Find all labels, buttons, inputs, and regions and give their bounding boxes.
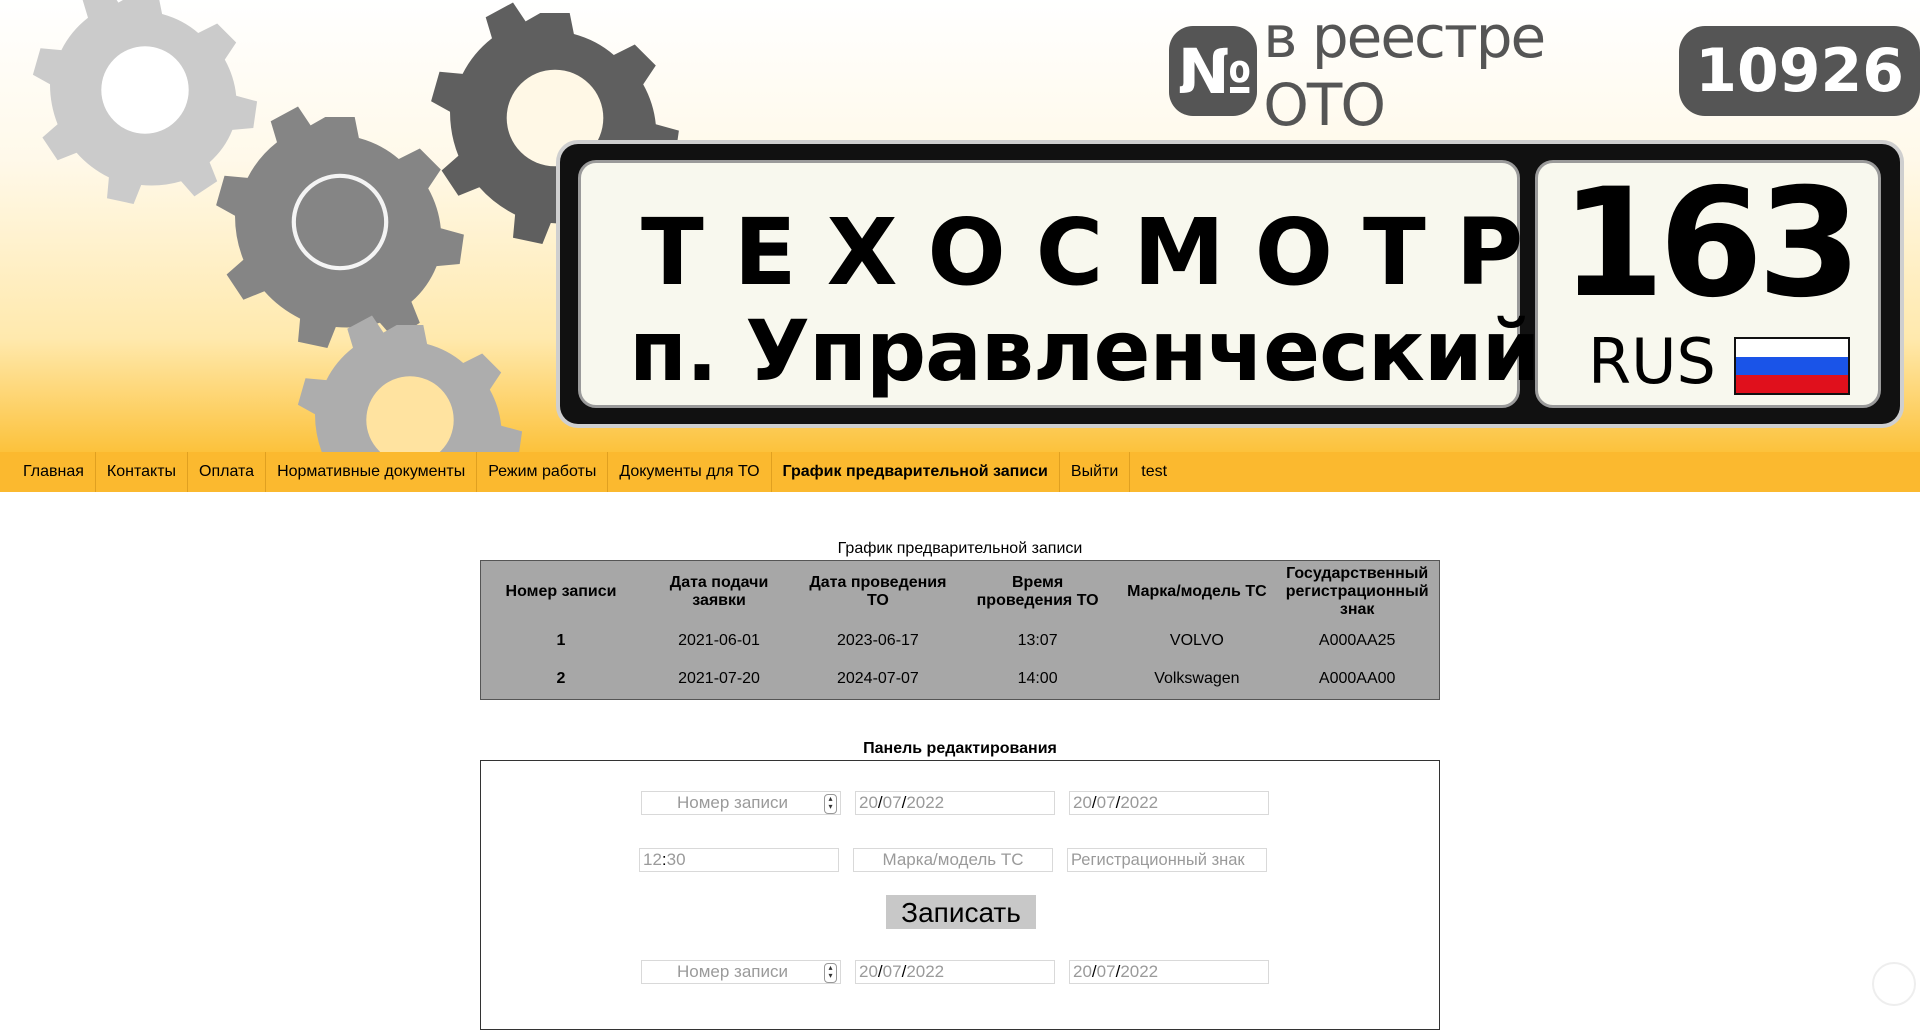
- column-header: Время проведения ТО: [976, 574, 1099, 609]
- edit-panel: Номер записи ▴ ▾ 20/07/2022 20/07/2022 12…: [480, 760, 1440, 1030]
- plate-country: RUS: [1588, 325, 1716, 398]
- gear-light: [32, 0, 258, 204]
- nav-item-8[interactable]: test: [1130, 452, 1178, 492]
- time-hours: 12: [643, 850, 662, 869]
- flag-blue-stripe: [1736, 357, 1848, 375]
- flag-white-stripe: [1736, 339, 1848, 357]
- edit-panel-title: Панель редактирования: [863, 740, 1057, 757]
- nav-item-6[interactable]: График предварительной записи: [772, 452, 1060, 492]
- table-cell: A000AA25: [1318, 632, 1396, 649]
- column-header: Дата подачи заявки: [669, 574, 769, 609]
- table-cell: 2024-07-07: [836, 670, 919, 687]
- table-row: 2 2021-07-20 2024-07-07 14:00 Volkswagen A000…: [483, 661, 1437, 697]
- date-year: 2022: [1120, 962, 1159, 981]
- inspection-date-input-2[interactable]: 20/07/2022: [1069, 960, 1269, 984]
- plate-main-panel: ТЕХОСМОТР п. Управленческий: [578, 160, 1554, 408]
- gear-mid: [216, 106, 464, 349]
- nav-item-2[interactable]: Оплата: [188, 452, 267, 492]
- plate-subtitle: п. Управленческий: [629, 302, 1541, 400]
- column-header: Марка/модель ТС: [1127, 583, 1267, 600]
- vehicle-model-placeholder: Марка/модель ТС: [882, 850, 1024, 869]
- time-input[interactable]: 12:30: [639, 848, 839, 872]
- submit-button[interactable]: Записать: [886, 895, 1036, 929]
- table-cell: 2: [556, 670, 566, 687]
- table-cell: A000AA00: [1318, 670, 1396, 687]
- schedule-table: Номер записи Дата подачи заявки Дата прове…: [480, 560, 1440, 700]
- vehicle-model-input[interactable]: Марка/модель ТС: [853, 848, 1053, 872]
- plate-region-panel: 163 RUS: [1535, 160, 1881, 408]
- table-cell: VOLVO: [1169, 632, 1224, 649]
- date-month: 07: [882, 793, 902, 812]
- date-day: 20: [859, 962, 878, 981]
- table-cell: Volkswagen: [1154, 670, 1240, 687]
- date-month: 07: [1096, 793, 1116, 812]
- table-cell: 2021-07-20: [678, 670, 760, 687]
- table-cell: 1: [556, 632, 566, 649]
- floating-corner-button[interactable]: [1872, 962, 1916, 1006]
- stepper-icon[interactable]: ▴ ▾: [824, 794, 837, 814]
- nav-item-5[interactable]: Документы для ТО: [608, 452, 772, 492]
- date-day: 20: [859, 793, 878, 812]
- registration-plate-input[interactable]: Регистрационный знак: [1067, 848, 1267, 872]
- flag-red-stripe: [1736, 375, 1848, 393]
- column-header: Государственный регистрационный знак: [1285, 565, 1429, 618]
- column-header: Дата проведения ТО: [809, 574, 947, 609]
- record-number-input-1[interactable]: Номер записи ▴ ▾: [641, 791, 841, 815]
- time-minutes: 30: [666, 850, 686, 869]
- table-header-row: Номер записи Дата подачи заявки Дата прове…: [483, 563, 1437, 621]
- registry-badge: № в реестре ОТО 10926: [1169, 3, 1920, 139]
- registry-text: в реестре ОТО: [1263, 3, 1546, 139]
- record-number-input-2[interactable]: Номер записи ▴ ▾: [641, 960, 841, 984]
- table-cell: 2023-06-17: [836, 632, 919, 649]
- nav-item-3[interactable]: Нормативные документы: [266, 452, 478, 492]
- plate-region-code: 163: [1560, 157, 1861, 331]
- site-header: № в реестре ОТО 10926 ТЕХОСМОТР п. Управ…: [0, 0, 1920, 452]
- date-year: 2022: [906, 962, 945, 981]
- application-date-input-2[interactable]: 20/07/2022: [855, 960, 1055, 984]
- date-month: 07: [882, 962, 902, 981]
- table-cell: 13:07: [1017, 632, 1058, 649]
- nav-item-1[interactable]: Контакты: [96, 452, 189, 492]
- date-day: 20: [1073, 962, 1092, 981]
- nav-item-7[interactable]: Выйти: [1060, 452, 1131, 492]
- inspection-date-input-1[interactable]: 20/07/2022: [1069, 791, 1269, 815]
- nav-item-0[interactable]: Главная: [12, 452, 96, 492]
- record-number-placeholder: Номер записи: [677, 793, 788, 812]
- registry-number: 10926: [1679, 26, 1920, 116]
- date-day: 20: [1073, 793, 1092, 812]
- date-year: 2022: [906, 793, 945, 812]
- license-plate-logo: ТЕХОСМОТР п. Управленческий 163 RUS: [560, 144, 1900, 424]
- schedule-title: График предварительной записи: [837, 540, 1083, 557]
- table-row: 1 2021-06-01 2023-06-17 13:07 VOLVO A000AA25: [483, 623, 1437, 659]
- russia-flag-icon: [1734, 337, 1850, 395]
- application-date-input-1[interactable]: 20/07/2022: [855, 791, 1055, 815]
- registration-plate-placeholder: Регистрационный знак: [1071, 851, 1245, 869]
- table-cell: 14:00: [1017, 670, 1058, 687]
- stepper-icon[interactable]: ▴ ▾: [824, 963, 837, 983]
- nav-item-4[interactable]: Режим работы: [477, 452, 609, 492]
- table-cell: 2021-06-01: [678, 632, 760, 649]
- date-month: 07: [1096, 962, 1116, 981]
- record-number-placeholder: Номер записи: [677, 962, 788, 981]
- registry-number-sign: №: [1169, 26, 1258, 116]
- column-header: Номер записи: [505, 583, 617, 600]
- plate-title: ТЕХОСМОТР: [641, 199, 1554, 306]
- main-nav: Главная Контакты Оплата Нормативные докумен…: [0, 452, 1920, 492]
- date-year: 2022: [1120, 793, 1159, 812]
